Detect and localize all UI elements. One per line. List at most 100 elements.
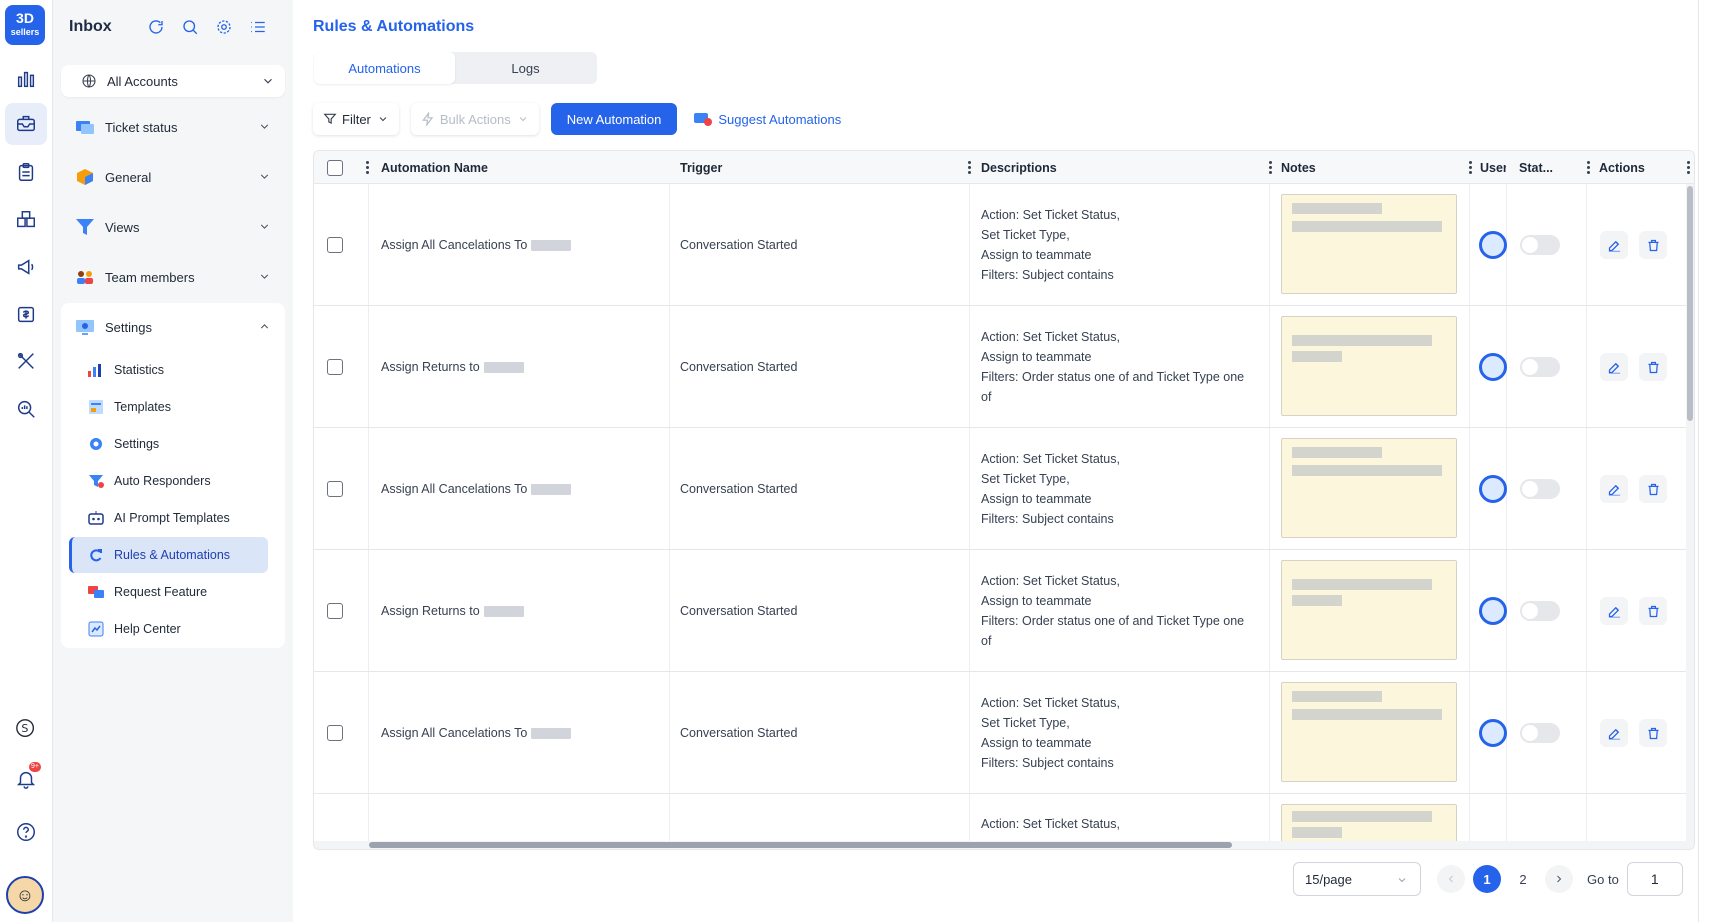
trigger-cell: Conversation Started [680,726,798,740]
horizontal-scrollbar[interactable] [314,841,1694,849]
column-header-user[interactable]: User [1480,151,1506,184]
automation-name[interactable]: Assign All Cancelations To [381,428,572,550]
row-checkbox[interactable] [327,428,343,550]
list-icon[interactable] [249,18,267,36]
analytics-icon[interactable] [5,58,47,100]
notes-textarea[interactable] [1281,560,1457,660]
notes-textarea[interactable] [1281,682,1457,782]
table-row: Assign All Cancelations To Conversation S… [314,184,1694,306]
sidebar-section-views[interactable]: Views [61,206,285,248]
description-line: Assign to teammate [981,248,1092,262]
research-icon[interactable] [5,388,47,430]
new-automation-button[interactable]: New Automation [550,103,678,135]
delete-button[interactable] [1639,231,1667,259]
column-header-actions[interactable]: Actions [1599,151,1645,184]
automation-name[interactable]: Assign Returns to [381,306,524,428]
vertical-scrollbar[interactable] [1686,184,1694,849]
sidebar-item-ai-prompt-templates[interactable]: AI Prompt Templates [69,500,268,536]
column-menu-icon[interactable] [968,161,972,174]
notification-bell-icon[interactable]: 9+ [5,758,47,800]
finance-icon[interactable] [5,293,47,335]
filter-button[interactable]: Filter [313,103,399,135]
s-circle-icon[interactable]: S [5,707,47,749]
automation-name[interactable]: Assign Returns to [381,550,524,672]
edit-button[interactable] [1600,719,1628,747]
delete-button[interactable] [1639,597,1667,625]
page-size-select[interactable]: 15/page [1293,862,1421,896]
column-header-trigger[interactable]: Trigger [680,151,722,184]
notes-textarea[interactable] [1281,438,1457,538]
sidebar-item-rules-automations[interactable]: Rules & Automations [69,537,268,573]
row-checkbox[interactable] [327,672,343,794]
notes-textarea[interactable] [1281,194,1457,294]
row-checkbox[interactable] [327,184,343,306]
help-icon[interactable] [5,811,47,853]
edit-button[interactable] [1600,353,1628,381]
products-icon[interactable] [5,199,47,241]
status-toggle[interactable] [1520,357,1560,377]
sidebar-item-statistics[interactable]: Statistics [69,352,268,388]
description-cell: Action: Set Ticket Status, Set Ticket Typ… [981,428,1120,550]
column-menu-icon[interactable] [1687,161,1691,174]
sidebar-item-help-center[interactable]: Help Center [69,611,268,647]
automation-name[interactable]: Assign All Cancelations To [381,184,572,306]
sidebar-section-ticket-status[interactable]: Ticket status [61,106,285,148]
next-page-button[interactable] [1545,865,1573,893]
column-header-name[interactable]: Automation Name [381,151,488,184]
sidebar-section-settings[interactable]: Settings [61,306,285,348]
column-menu-icon[interactable] [1469,161,1473,174]
tab-automations[interactable]: Automations [314,52,455,84]
column-menu-icon[interactable] [1587,161,1591,174]
app-logo[interactable]: 3D sellers [5,5,45,45]
search-icon[interactable] [181,18,199,36]
column-menu-icon[interactable] [366,161,370,174]
page-1-button[interactable]: 1 [1473,865,1501,893]
sidebar-item-templates[interactable]: Templates [69,389,268,425]
page-2-button[interactable]: 2 [1509,865,1537,893]
description-line: Filters: Subject contains [981,268,1114,282]
tab-logs[interactable]: Logs [455,52,596,84]
status-toggle[interactable] [1520,235,1560,255]
sidebar-section-team-members[interactable]: Team members [61,256,285,298]
cube-icon [75,168,95,186]
column-header-descriptions[interactable]: Descriptions [981,151,1057,184]
sidebar-item-auto-responders[interactable]: Auto Responders [69,463,268,499]
edit-button[interactable] [1600,475,1628,503]
sidebar-section-general[interactable]: General [61,156,285,198]
edit-button[interactable] [1600,597,1628,625]
column-menu-icon[interactable] [1269,161,1273,174]
delete-button[interactable] [1639,353,1667,381]
sidebar-item-request-feature[interactable]: Request Feature [69,574,268,610]
prev-page-button[interactable] [1437,865,1465,893]
megaphone-icon[interactable] [5,246,47,288]
trigger-cell: Conversation Started [680,238,798,252]
status-toggle[interactable] [1520,723,1560,743]
notes-textarea[interactable] [1281,316,1457,416]
clipboard-icon[interactable] [5,151,47,193]
row-checkbox[interactable] [327,550,343,672]
goto-page-input[interactable]: 1 [1626,862,1683,896]
delete-button[interactable] [1639,719,1667,747]
delete-button[interactable] [1639,475,1667,503]
sidebar-item-settings[interactable]: Settings [69,426,268,462]
gear-icon[interactable] [215,18,233,36]
tools-icon[interactable] [5,340,47,382]
description-line: Action: Set Ticket Status, [981,817,1120,831]
row-checkbox[interactable] [327,306,343,428]
column-header-status[interactable]: Stat... [1519,151,1553,184]
select-all-checkbox[interactable] [327,151,343,184]
suggest-icon [694,113,713,126]
suggest-automations-button[interactable]: Suggest Automations [689,103,845,135]
user-avatar[interactable]: ☺ [6,876,44,914]
edit-button[interactable] [1600,231,1628,259]
page-scrollbar[interactable] [1698,0,1718,922]
table-header: Automation Name Trigger Descriptions Not… [314,151,1694,184]
automation-name[interactable]: Assign All Cancelations To [381,672,572,794]
status-toggle[interactable] [1520,601,1560,621]
bulk-actions-button[interactable]: Bulk Actions [410,103,539,135]
refresh-icon[interactable] [147,18,165,36]
column-header-notes[interactable]: Notes [1281,151,1316,184]
inbox-icon[interactable] [5,103,47,145]
account-select[interactable]: All Accounts [61,65,285,97]
status-toggle[interactable] [1520,479,1560,499]
